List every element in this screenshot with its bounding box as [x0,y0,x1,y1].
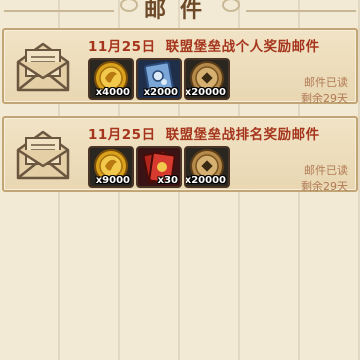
open-envelope-icon [16,42,70,92]
reward-quantity: x2000 [143,87,178,98]
header-ornament-right [246,0,356,12]
reward-item[interactable]: x4000 [88,58,134,100]
mail-subject: 联盟堡垒战个人奖励邮件 [165,39,320,55]
mail-title: 11月25日 联盟堡垒战排名奖励邮件 [88,123,320,143]
reward-quantity: x30 [157,175,178,186]
reward-item[interactable]: x20000 [184,58,230,100]
reward-item[interactable]: x30 [136,146,182,188]
mail-read-status: 邮件已读 [304,164,348,177]
mail-item[interactable]: 11月25日 联盟堡垒战排名奖励邮件 x9000 x30 x20000 邮件已读… [2,116,358,193]
mail-subject: 联盟堡垒战排名奖励邮件 [165,127,320,143]
open-envelope-icon [16,130,70,180]
mail-title: 11月25日 联盟堡垒战个人奖励邮件 [88,35,320,55]
mail-remaining-days: 剩余29天 [301,180,348,193]
reward-item[interactable]: x20000 [184,146,230,188]
reward-item[interactable]: x2000 [136,58,182,100]
mail-date: 11月25日 [88,127,156,143]
header: 邮件 [0,0,360,23]
reward-item[interactable]: x9000 [88,146,134,188]
mail-read-status: 邮件已读 [304,76,348,89]
reward-quantity: x9000 [95,175,130,186]
reward-quantity: x20000 [184,175,226,186]
reward-quantity: x20000 [184,87,226,98]
mail-date: 11月25日 [88,39,156,55]
mail-remaining-days: 剩余29天 [301,92,348,105]
mail-item[interactable]: 11月25日 联盟堡垒战个人奖励邮件 x4000 x2000 x20000 邮件… [2,28,358,105]
reward-quantity: x4000 [95,87,130,98]
